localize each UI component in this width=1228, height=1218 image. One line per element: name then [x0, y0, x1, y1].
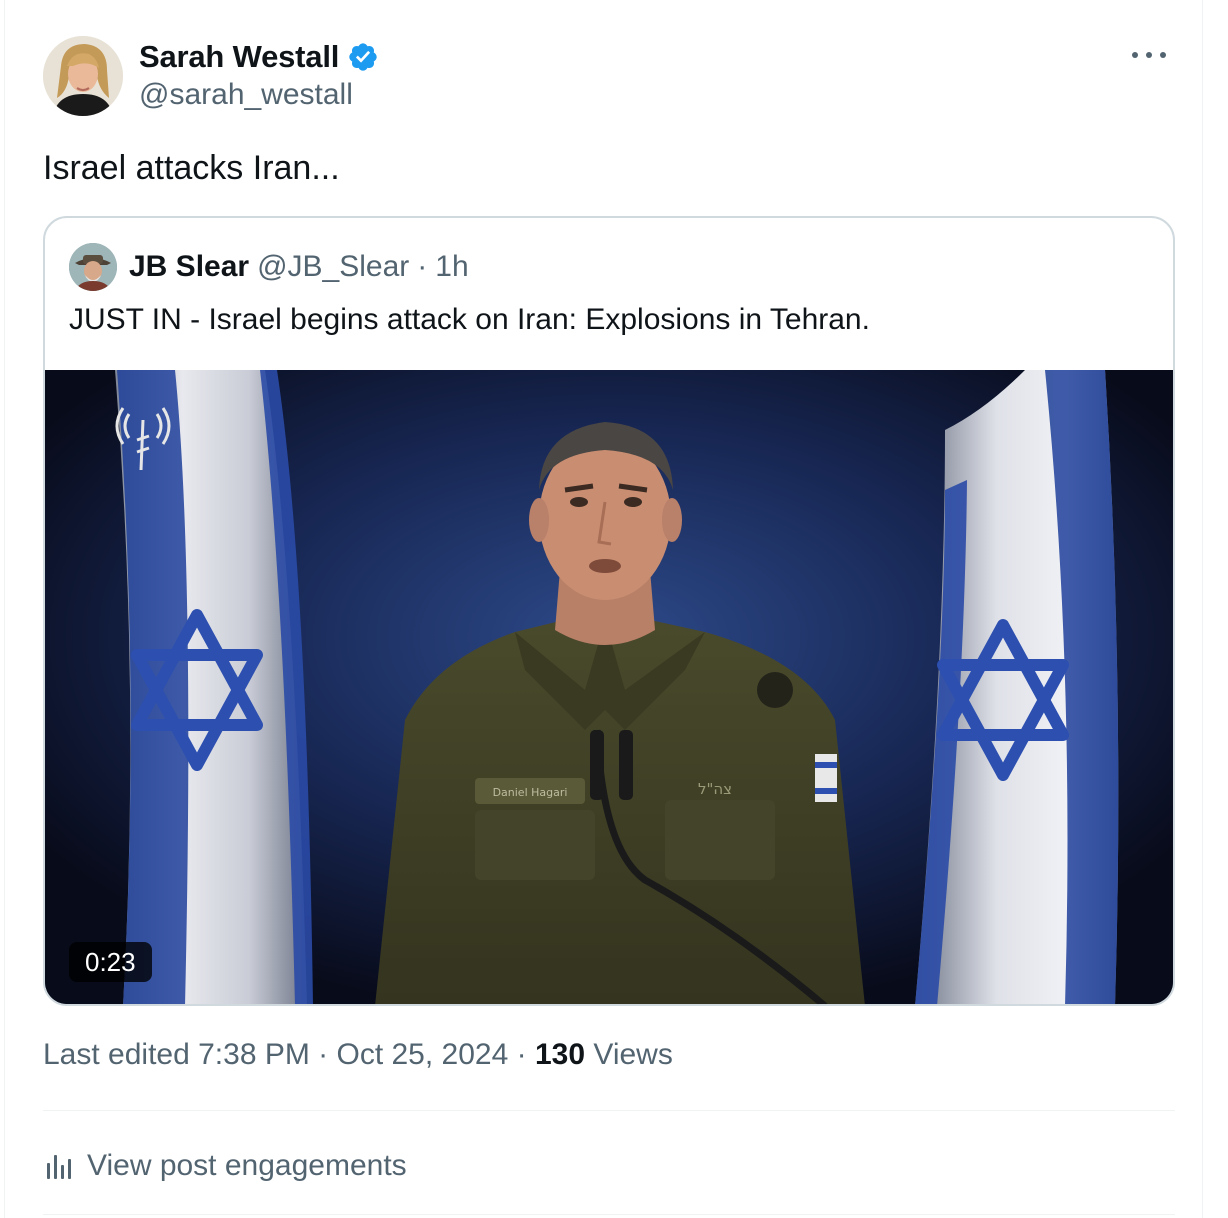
verified-badge-icon[interactable] [347, 41, 379, 73]
quoted-separator: · [417, 250, 428, 283]
author-display-name[interactable]: Sarah Westall [139, 39, 339, 75]
view-engagements-button[interactable]: View post engagements [43, 1144, 407, 1188]
author-name-row: Sarah Westall [139, 38, 379, 76]
more-dot [1160, 52, 1166, 58]
quoted-header: JB Slear @JB_Slear · 1h [69, 242, 469, 292]
divider [43, 1110, 1175, 1111]
divider [43, 1214, 1175, 1215]
quoted-avatar-image [69, 243, 117, 291]
author-avatar[interactable] [43, 36, 123, 116]
more-dot [1146, 52, 1152, 58]
quoted-handle: @JB_Slear [257, 250, 410, 283]
views-count: 130 [534, 1038, 586, 1071]
quoted-text: JUST IN - Israel begins attack on Iran: … [69, 303, 870, 336]
video-player[interactable]: Daniel Hagari צה"ל 0:23 [45, 370, 1173, 1004]
tweet-card: Sarah Westall @sarah_westall Israel atta… [4, 0, 1203, 1218]
quoted-avatar [69, 243, 117, 291]
analytics-icon [47, 1155, 71, 1179]
tweet-text: Israel attacks Iran... [43, 149, 340, 187]
quoted-display-name: JB Slear [129, 250, 250, 283]
author-handle[interactable]: @sarah_westall [139, 78, 353, 112]
edited-timestamp[interactable]: Last edited 7:38 PM · Oct 25, 2024 · [43, 1038, 535, 1071]
quoted-timestamp: 1h [435, 250, 469, 283]
video-duration-badge: 0:23 [69, 942, 152, 982]
view-engagements-label: View post engagements [87, 1149, 407, 1182]
author-avatar-image [43, 36, 123, 116]
more-options-icon[interactable] [1132, 44, 1166, 66]
tweet-meta: Last edited 7:38 PM · Oct 25, 2024 · 130… [43, 1038, 673, 1072]
video-insignia-text: צה"ל [698, 780, 732, 798]
more-dot [1132, 52, 1138, 58]
video-name-tag: Daniel Hagari [493, 786, 568, 799]
video-thumbnail: Daniel Hagari צה"ל [45, 370, 1173, 1004]
quoted-tweet[interactable]: JB Slear @JB_Slear · 1h JUST IN - Israel… [43, 216, 1175, 1006]
views-label: Views [585, 1038, 673, 1071]
